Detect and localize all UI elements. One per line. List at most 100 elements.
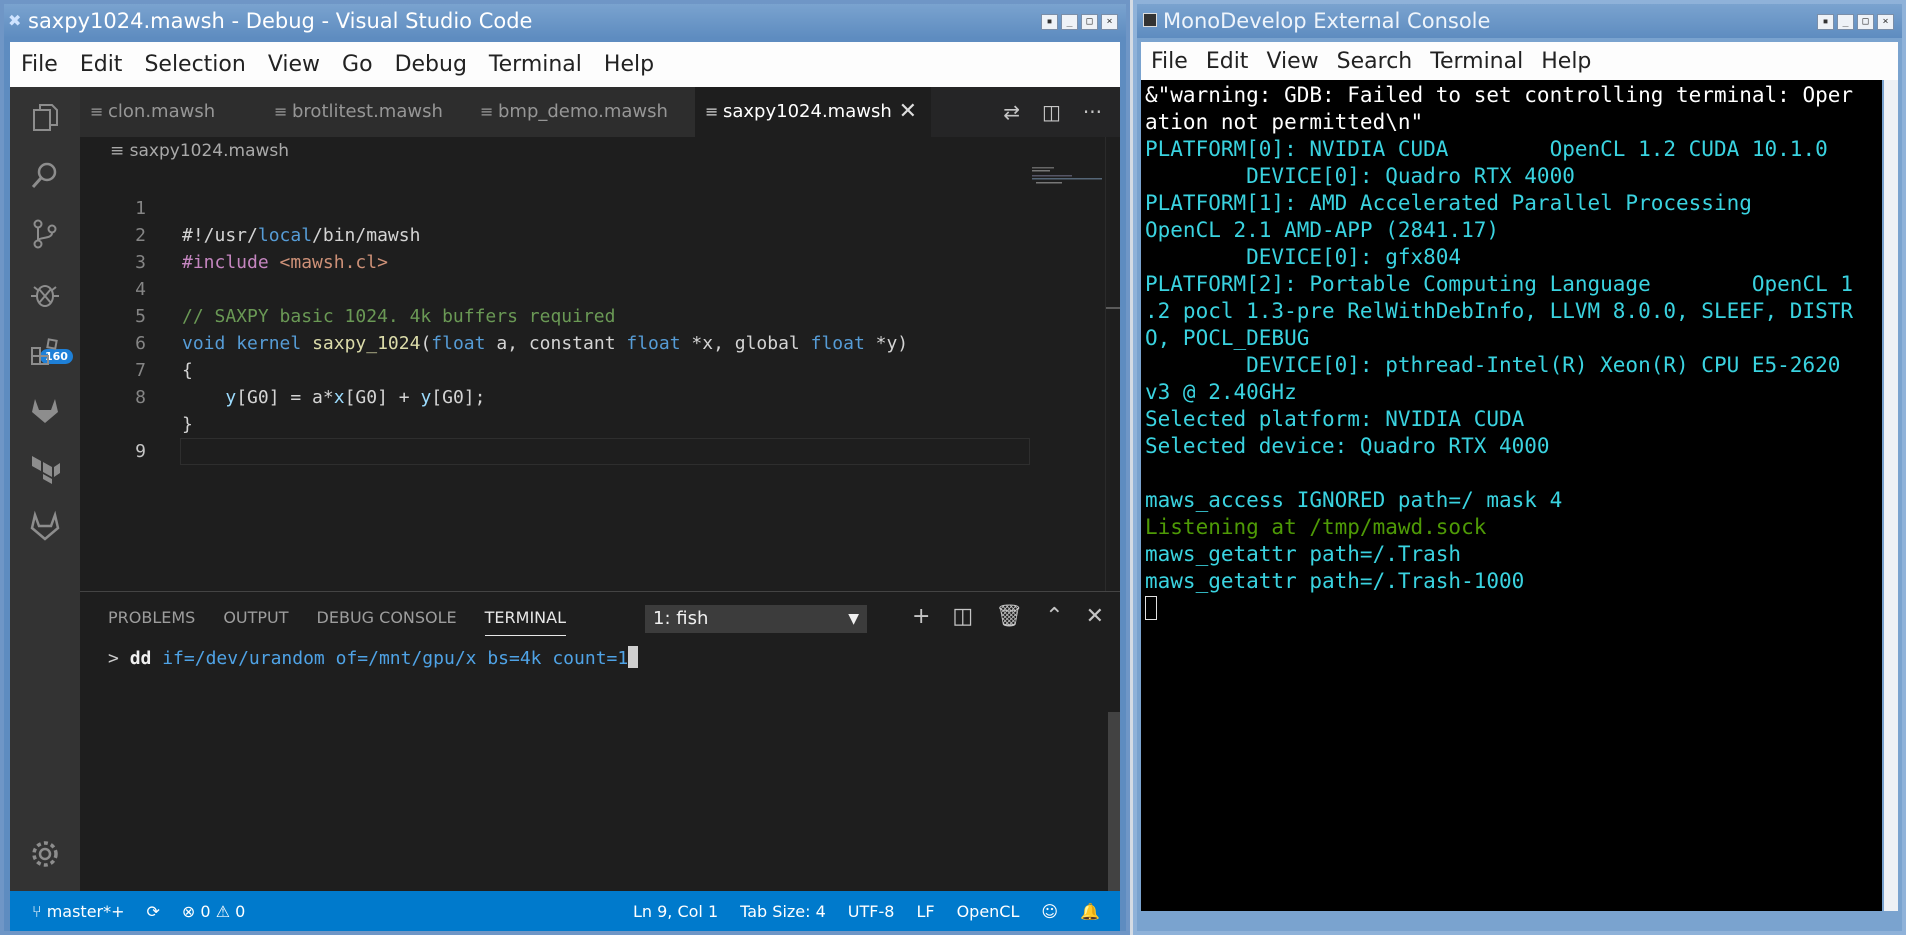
bottom-panel: PROBLEMS OUTPUT DEBUG CONSOLE TERMINAL 1… <box>80 591 1120 912</box>
console-help-button[interactable]: ▪ <box>1817 14 1834 30</box>
tab-close-icon[interactable]: ✕ <box>899 87 917 137</box>
notifications-bell-icon[interactable]: 🔔 <box>1080 902 1100 921</box>
console-menu-terminal[interactable]: Terminal <box>1430 49 1523 74</box>
new-terminal-icon[interactable]: + <box>912 604 930 629</box>
vscode-logo-icon: ✖ <box>8 11 22 30</box>
console-window: MonoDevelop External Console ▪ _ □ × Fil… <box>1133 0 1906 935</box>
close-panel-icon[interactable]: ✕ <box>1086 604 1104 629</box>
problems-status[interactable]: ⊗ 0 ⚠ 0 <box>182 902 245 921</box>
code-line: 3 <box>80 222 1030 273</box>
code-line: 6 { <box>80 303 1030 381</box>
console-line: DEVICE[0]: gfx804 <box>1145 245 1462 269</box>
minimap[interactable] <box>1032 167 1102 187</box>
dropdown-arrow-icon: ▼ <box>848 611 859 627</box>
file-lines-icon: ≡ <box>274 102 288 121</box>
git-branch-icon: ⑂ <box>32 901 47 921</box>
console-line: Selected platform: NVIDIA CUDA <box>1145 407 1525 431</box>
editor-scrollbar[interactable] <box>1105 137 1120 591</box>
search-icon[interactable] <box>25 159 65 199</box>
tab-bmp-demo[interactable]: ≡ bmp_demo.mawsh <box>470 87 695 137</box>
breadcrumb[interactable]: ≡ saxpy1024.mawsh <box>110 141 289 161</box>
gitlab-workflow-icon[interactable] <box>25 509 65 549</box>
file-lines-icon: ≡ <box>480 102 494 121</box>
menu-edit[interactable]: Edit <box>80 52 123 77</box>
line-number: 9 <box>135 441 146 462</box>
console-menu-edit[interactable]: Edit <box>1206 49 1249 74</box>
terminal-output[interactable]: > dd if=/dev/urandom of=/mnt/gpu/x bs=4k… <box>108 646 639 669</box>
menu-help[interactable]: Help <box>604 52 654 77</box>
menu-view[interactable]: View <box>268 52 320 77</box>
window-close-button[interactable]: × <box>1101 14 1118 30</box>
file-lines-icon: ≡ <box>110 141 130 161</box>
tab-terminal[interactable]: TERMINAL <box>484 608 567 636</box>
error-icon: ⊗ <box>181 901 201 921</box>
console-menu-file[interactable]: File <box>1151 49 1188 74</box>
tab-clon[interactable]: ≡ clon.mawsh <box>80 87 264 137</box>
explorer-icon[interactable] <box>25 101 65 141</box>
tab-label: clon.mawsh <box>108 101 216 122</box>
tab-output[interactable]: OUTPUT <box>223 608 288 636</box>
console-menu-help[interactable]: Help <box>1541 49 1591 74</box>
split-terminal-icon[interactable]: ◫ <box>952 604 973 629</box>
code-line: 1 #!/usr/local/bin/mawsh <box>80 168 1030 246</box>
tab-size[interactable]: Tab Size: 4 <box>740 902 826 921</box>
console-line: &"warning: GDB: Failed to set controllin… <box>1145 83 1854 107</box>
menu-debug[interactable]: Debug <box>395 52 467 77</box>
split-editor-icon[interactable]: ◫ <box>1042 100 1061 124</box>
console-menu-view[interactable]: View <box>1266 49 1318 74</box>
git-branch[interactable]: ⑂ master*+ <box>32 902 125 921</box>
terminal-cursor <box>628 646 639 668</box>
language-mode[interactable]: OpenCL <box>957 902 1020 921</box>
code-editor[interactable]: ≡ saxpy1024.mawsh 1 #!/usr/local/bin/maw… <box>80 137 1120 591</box>
menu-file[interactable]: File <box>21 52 58 77</box>
feedback-smiley-icon[interactable]: ☺ <box>1041 902 1058 921</box>
tab-debug-console[interactable]: DEBUG CONSOLE <box>317 608 457 636</box>
extensions-icon[interactable] <box>25 335 65 375</box>
console-line: O, POCL_DEBUG <box>1145 326 1310 350</box>
console-line: PLATFORM[0]: NVIDIA CUDA OpenCL 1.2 CUDA… <box>1145 137 1828 161</box>
console-scrollbar[interactable] <box>1884 80 1898 911</box>
gitlab-icon[interactable] <box>25 393 65 433</box>
console-menu-search[interactable]: Search <box>1337 49 1413 74</box>
cursor-position[interactable]: Ln 9, Col 1 <box>633 902 718 921</box>
debug-icon[interactable] <box>25 277 65 317</box>
terminal-select[interactable]: 1: fish ▼ <box>645 605 867 633</box>
tab-label: bmp_demo.mawsh <box>498 101 668 122</box>
code-lines: 1 #!/usr/local/bin/mawsh 2 #include <maw… <box>80 168 1030 465</box>
settings-gear-icon[interactable] <box>25 837 65 877</box>
code-line: 5 void kernel saxpy_1024(float a, consta… <box>80 276 1030 354</box>
window-maximize-button[interactable]: □ <box>1081 14 1098 30</box>
compare-changes-icon[interactable]: ⇄ <box>1003 100 1020 124</box>
menubar: File Edit Selection View Go Debug Termin… <box>10 42 1120 87</box>
terraform-icon[interactable] <box>25 451 65 491</box>
window-minimize-button[interactable]: _ <box>1061 14 1078 30</box>
warning-count: 0 <box>235 901 246 921</box>
more-actions-icon[interactable]: ··· <box>1083 100 1102 124</box>
window-help-button[interactable]: ▪ <box>1041 14 1058 30</box>
console-menubar: File Edit View Search Terminal Help <box>1141 42 1898 80</box>
encoding[interactable]: UTF-8 <box>848 902 895 921</box>
console-maximize-button[interactable]: □ <box>1857 14 1874 30</box>
console-line: OpenCL 2.1 AMD-APP (2841.17) <box>1145 218 1500 242</box>
console-minimize-button[interactable]: _ <box>1837 14 1854 30</box>
console-output[interactable]: &"warning: GDB: Failed to set controllin… <box>1141 80 1882 911</box>
activity-bar: 160 <box>10 87 80 891</box>
menu-selection[interactable]: Selection <box>144 52 245 77</box>
chevron-up-icon[interactable]: ⌃ <box>1045 604 1063 629</box>
vscode-titlebar[interactable]: ✖ saxpy1024.mawsh - Debug - Visual Studi… <box>4 4 1126 38</box>
source-control-icon[interactable] <box>25 217 65 257</box>
menu-terminal[interactable]: Terminal <box>489 52 582 77</box>
line-ending[interactable]: LF <box>916 902 934 921</box>
tab-brotlitest[interactable]: ≡ brotlitest.mawsh <box>264 87 470 137</box>
tab-problems[interactable]: PROBLEMS <box>108 608 195 636</box>
code-line: 8 } <box>80 357 1030 435</box>
menu-go[interactable]: Go <box>342 52 373 77</box>
tab-label: brotlitest.mawsh <box>292 101 443 122</box>
console-line: .2 pocl 1.3-pre RelWithDebInfo, LLVM 8.0… <box>1145 299 1854 323</box>
trash-icon[interactable]: 🗑 <box>995 604 1023 629</box>
tab-saxpy1024[interactable]: ≡ saxpy1024.mawsh ✕ <box>695 87 931 137</box>
console-titlebar[interactable]: MonoDevelop External Console ▪ _ □ × <box>1137 4 1902 38</box>
sync-icon[interactable]: ⟳ <box>147 902 160 921</box>
terminal-scrollbar[interactable] <box>1108 712 1120 912</box>
console-close-button[interactable]: × <box>1877 14 1894 30</box>
